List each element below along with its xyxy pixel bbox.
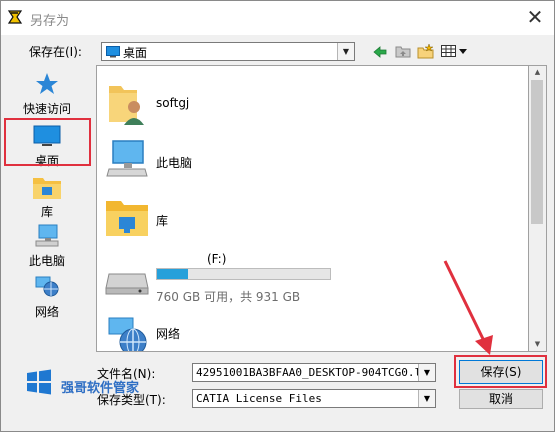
star-icon [36, 73, 58, 94]
item-name: 库 [156, 214, 169, 228]
close-button[interactable]: ✕ [522, 4, 548, 30]
library-folder-icon [106, 201, 148, 236]
place-quick-access[interactable]: 快速访问 [5, 72, 89, 122]
filetype-value: CATIA License Files [196, 392, 322, 405]
filetype-label: 保存类型(T): [97, 393, 166, 407]
scroll-up-icon[interactable]: ▲ [529, 66, 546, 79]
place-label: 库 [40, 205, 53, 219]
chevron-down-icon[interactable]: ▼ [418, 390, 435, 407]
place-this-pc[interactable]: 此电脑 [5, 224, 89, 270]
highlight-desktop-box [4, 118, 91, 166]
item-name: 网络 [156, 327, 181, 341]
drive-name: (F:) [207, 252, 227, 266]
computer-icon [106, 140, 148, 177]
place-network[interactable]: 网络 [5, 274, 89, 322]
list-item[interactable]: softgj [97, 70, 527, 130]
item-name: softgj [156, 96, 190, 110]
item-name: 此电脑 [156, 156, 193, 170]
vertical-scrollbar[interactable]: ▲ ▼ [529, 65, 547, 352]
scroll-thumb[interactable] [531, 80, 543, 224]
cancel-button[interactable]: 取消 [459, 389, 543, 409]
app-icon [7, 10, 23, 24]
red-arrow-annotation [443, 260, 493, 355]
desktop-icon [106, 46, 120, 58]
drive-usage-bar [156, 268, 331, 280]
filename-label: 文件名(N): [97, 367, 156, 381]
arrow-left-icon[interactable] [373, 46, 387, 58]
place-label: 网络 [34, 305, 59, 319]
scroll-down-icon[interactable]: ▼ [529, 338, 546, 351]
place-libraries[interactable]: 库 [5, 172, 89, 222]
network-icon [35, 276, 59, 297]
window-title: 另存为 [30, 14, 70, 29]
title-bar: 另存为 ✕ [1, 1, 554, 35]
location-combo[interactable]: 桌面 ▼ [101, 42, 355, 61]
list-item[interactable]: 此电脑 [97, 130, 527, 186]
save-as-dialog: 另存为 ✕ 保存在(I): 桌面 ▼ 快速访问 桌面 库 此电脑 网络 soft… [0, 0, 555, 432]
view-menu-icon[interactable] [441, 44, 469, 58]
user-folder-icon [109, 86, 144, 125]
chevron-down-icon[interactable]: ▼ [337, 43, 354, 60]
filename-input[interactable]: 42951001BA3BFAA0_DESKTOP-904TCG0.lic ▼ [192, 363, 436, 382]
places-bar: 快速访问 桌面 库 此电脑 网络 [5, 64, 89, 354]
drive-icon [105, 273, 149, 295]
new-folder-icon[interactable] [417, 43, 435, 59]
network-icon [108, 317, 147, 351]
location-value: 桌面 [123, 46, 148, 60]
filename-value: 42951001BA3BFAA0_DESKTOP-904TCG0.lic [196, 366, 435, 379]
drive-usage-text: 760 GB 可用，共 931 GB [156, 290, 301, 304]
list-item[interactable]: 库 [97, 188, 527, 244]
place-label: 此电脑 [28, 254, 65, 268]
computer-icon [35, 224, 59, 247]
drive-usage-fill [157, 269, 189, 279]
filetype-select[interactable]: CATIA License Files ▼ [192, 389, 436, 408]
up-folder-icon[interactable] [395, 44, 411, 58]
place-label: 快速访问 [22, 102, 71, 116]
library-folder-icon [33, 178, 61, 199]
windows-logo-icon [27, 369, 51, 395]
chevron-down-icon[interactable]: ▼ [418, 364, 435, 381]
save-in-label: 保存在(I): [29, 45, 82, 59]
